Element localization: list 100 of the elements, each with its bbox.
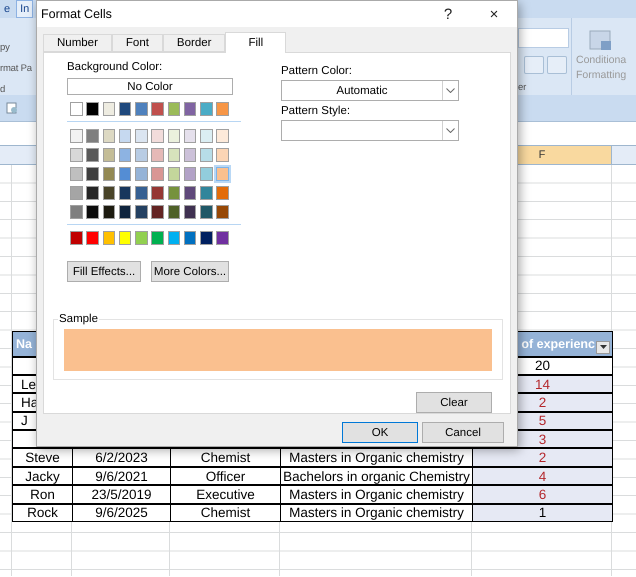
dialog-tab[interactable]: Fill [225,32,286,53]
color-swatch[interactable] [102,167,116,181]
color-swatch[interactable] [200,167,213,181]
color-swatch[interactable] [184,148,196,162]
color-swatch[interactable] [118,205,132,219]
color-swatch[interactable] [70,231,83,245]
color-swatch[interactable] [135,205,148,219]
more-colors-button[interactable]: More Colors... [151,261,229,282]
color-swatch[interactable] [70,205,83,219]
color-swatch[interactable] [184,102,196,116]
color-swatch[interactable] [86,148,99,162]
ribbon-tab[interactable]: In [16,0,34,18]
help-button[interactable]: ? [425,1,471,27]
color-swatch[interactable] [168,129,180,143]
ribbon-command[interactable]: rmat Pa [0,63,36,74]
color-swatch[interactable] [200,186,213,200]
color-swatch[interactable] [102,148,116,162]
color-swatch[interactable] [135,148,148,162]
color-swatch[interactable] [200,102,213,116]
color-swatch[interactable] [102,231,116,245]
number-format-field[interactable] [518,28,569,48]
color-swatch[interactable] [168,167,180,181]
color-swatch[interactable] [70,186,83,200]
increase-decimal-button[interactable] [524,56,544,74]
ribbon-tab[interactable]: e [0,0,14,18]
color-swatch[interactable] [118,148,132,162]
color-swatch[interactable] [86,129,99,143]
qualification-text: Masters in Organic chemistry [289,450,464,466]
color-swatch[interactable] [168,205,180,219]
color-swatch[interactable] [118,231,132,245]
color-swatch[interactable] [102,129,116,143]
color-swatch[interactable] [184,129,196,143]
color-swatch[interactable] [102,205,116,219]
color-swatch[interactable] [216,129,229,143]
name-text: Rock [27,505,58,520]
color-swatch[interactable] [151,148,164,162]
color-swatch[interactable] [135,102,148,116]
color-swatch[interactable] [216,231,229,245]
ok-button[interactable]: OK [342,422,418,443]
color-swatch[interactable] [216,186,229,200]
cancel-button[interactable]: Cancel [422,422,504,443]
experience-value: 2 [538,450,546,466]
color-swatch[interactable] [184,231,196,245]
color-swatch[interactable] [151,205,164,219]
color-swatch[interactable] [151,102,164,116]
close-button[interactable]: × [471,1,517,27]
color-swatch[interactable] [168,231,180,245]
clear-button[interactable]: Clear [416,392,492,413]
pattern-color-dropdown[interactable]: Automatic [281,80,459,101]
color-swatch[interactable] [118,129,132,143]
dialog-tab[interactable]: Border [162,34,226,52]
color-swatch[interactable] [184,205,196,219]
color-swatch[interactable] [184,167,196,181]
fill-effects-button[interactable]: Fill Effects... [67,261,142,282]
filter-button[interactable] [596,340,610,354]
print-preview-icon[interactable] [6,102,18,114]
color-swatch[interactable] [135,167,148,181]
color-swatch[interactable] [216,205,229,219]
header-text: of experienc [521,336,595,351]
color-swatch[interactable] [118,186,132,200]
color-swatch[interactable] [168,148,180,162]
qualification-text: Masters in Organic chemistry [289,505,464,520]
color-swatch[interactable] [200,148,213,162]
color-swatch[interactable] [151,129,164,143]
color-swatch[interactable] [135,186,148,200]
color-swatch[interactable] [151,186,164,200]
no-color-button[interactable]: No Color [67,78,233,95]
ribbon-command[interactable]: py [0,42,36,53]
color-swatch[interactable] [118,167,132,181]
dialog-tab[interactable]: Font [112,34,163,52]
color-swatch[interactable] [200,129,213,143]
color-swatch[interactable] [86,231,99,245]
color-swatch[interactable] [86,205,99,219]
color-swatch[interactable] [86,186,99,200]
decrease-decimal-button[interactable] [547,56,567,74]
color-swatch[interactable] [200,205,213,219]
color-swatch[interactable] [216,102,229,116]
color-swatch[interactable] [151,167,164,181]
dialog-tab[interactable]: Number [43,34,112,52]
color-swatch[interactable] [86,102,99,116]
color-swatch[interactable] [168,102,180,116]
color-swatch[interactable] [135,129,148,143]
color-swatch[interactable] [135,231,148,245]
color-swatch[interactable] [70,102,83,116]
color-swatch[interactable] [70,148,83,162]
experience-value: 1 [538,505,546,520]
color-swatch[interactable] [184,186,196,200]
color-swatch[interactable] [70,167,83,181]
color-swatch[interactable] [216,167,229,181]
color-swatch[interactable] [102,102,116,116]
pattern-style-dropdown[interactable] [281,120,459,141]
color-swatch[interactable] [102,186,116,200]
color-swatch[interactable] [200,231,213,245]
color-swatch[interactable] [70,129,83,143]
experience-value: 2 [538,394,546,410]
color-swatch[interactable] [86,167,99,181]
color-swatch[interactable] [118,102,132,116]
color-swatch[interactable] [216,148,229,162]
color-swatch[interactable] [168,186,180,200]
color-swatch[interactable] [151,231,164,245]
